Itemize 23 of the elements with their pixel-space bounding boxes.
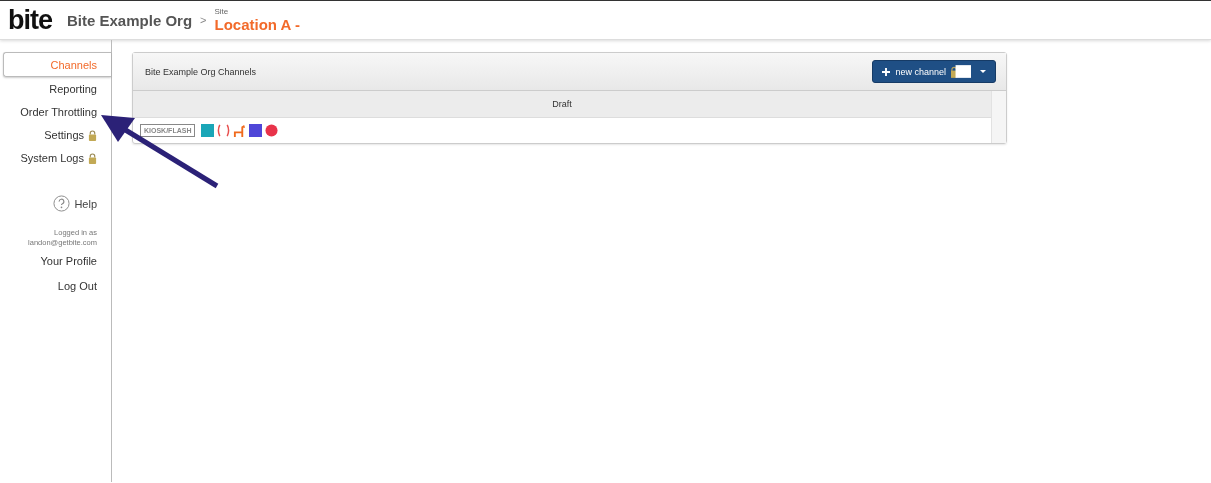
help-icon [53,195,71,212]
sidebar-link[interactable]: Log Out [57,273,97,298]
help-link[interactable]: Help [53,169,111,228]
sidebar-item[interactable]: Settings [44,123,97,146]
column-header: Draft [133,91,991,118]
app-icon[interactable] [201,124,215,137]
new-channel-button[interactable]: new channel [872,60,996,83]
site-label: Site [214,7,230,16]
plus-icon [882,67,891,76]
app-icon[interactable] [217,124,231,137]
sidebar-item[interactable]: Order Throttling [20,100,97,123]
logo[interactable]: bite [8,4,52,36]
lock-icon [951,65,971,78]
breadcrumb-separator: > [200,14,207,26]
panel-title: Bite Example Org Channels [145,66,257,77]
app-icon[interactable] [233,124,247,137]
org-name: Bite Example Org [67,11,193,29]
sidebar-item[interactable]: System Logs [20,146,97,169]
app-icon[interactable] [249,124,263,137]
sidebar-item[interactable]: Reporting [49,77,97,100]
caret-icon [980,70,986,73]
app-icon[interactable] [265,124,279,137]
sidebar-link[interactable]: Your Profile [40,248,97,273]
